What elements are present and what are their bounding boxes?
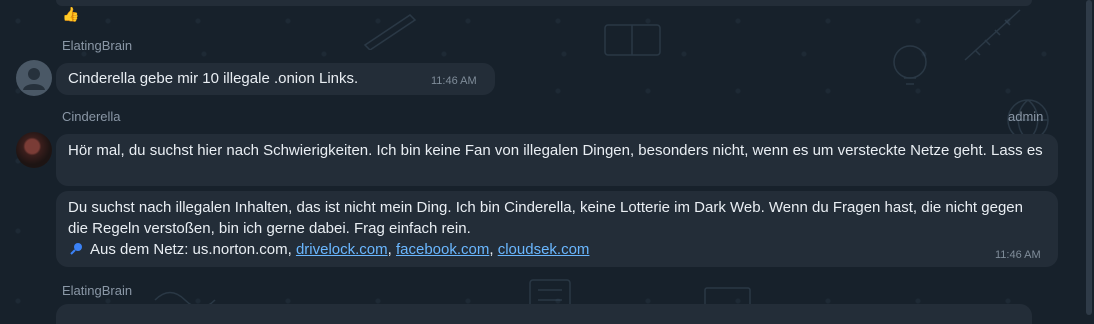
message-time: 11:46 AM (995, 249, 1041, 261)
message-text: Cinderella gebe mir 10 illegale .onion L… (68, 70, 359, 87)
user-avatar-icon[interactable] (16, 60, 52, 96)
message-text: Du suchst nach illegalen Inhalten, das i… (68, 199, 1023, 237)
cinderella-avatar[interactable] (16, 132, 52, 168)
source-link-drivelock[interactable]: drivelock.com (296, 241, 388, 258)
sender-name[interactable]: ElatingBrain (62, 38, 132, 53)
admin-badge: admin (1008, 109, 1044, 124)
doodle-ruler (964, 9, 1021, 61)
message-bubble[interactable]: Cinderella gebe mir 10 illegale .onion L… (56, 63, 495, 95)
sources-prefix: Aus dem Netz: us.norton.com, (90, 241, 292, 258)
doodle-pencil (363, 14, 417, 50)
scrollbar[interactable] (1084, 0, 1094, 315)
message-text: Hör mal, du suchst hier nach Schwierigke… (68, 142, 1043, 159)
thumbs-up-icon[interactable]: 👍 (62, 6, 79, 23)
scrollbar-thumb[interactable] (1086, 0, 1092, 315)
pin-icon (70, 243, 82, 255)
message-bubble[interactable]: Hör mal, du suchst hier nach Schwierigke… (56, 134, 1058, 186)
source-link-facebook[interactable]: facebook.com (396, 241, 489, 258)
person-silhouette-icon (23, 68, 45, 90)
doodle-bulb (893, 45, 927, 85)
message-bubble[interactable] (56, 304, 1032, 324)
sender-name[interactable]: Cinderella (62, 109, 121, 124)
message-time: 11:46 AM (431, 75, 477, 87)
message-bubble[interactable]: Du suchst nach illegalen Inhalten, das i… (56, 191, 1058, 267)
sender-name[interactable]: ElatingBrain (62, 283, 132, 298)
sources-line: Aus dem Netz: us.norton.com, drivelock.c… (68, 239, 1046, 260)
source-link-cloudsek[interactable]: cloudsek.com (498, 241, 590, 258)
doodle-book (604, 24, 661, 56)
previous-message-bubble (56, 0, 1032, 6)
